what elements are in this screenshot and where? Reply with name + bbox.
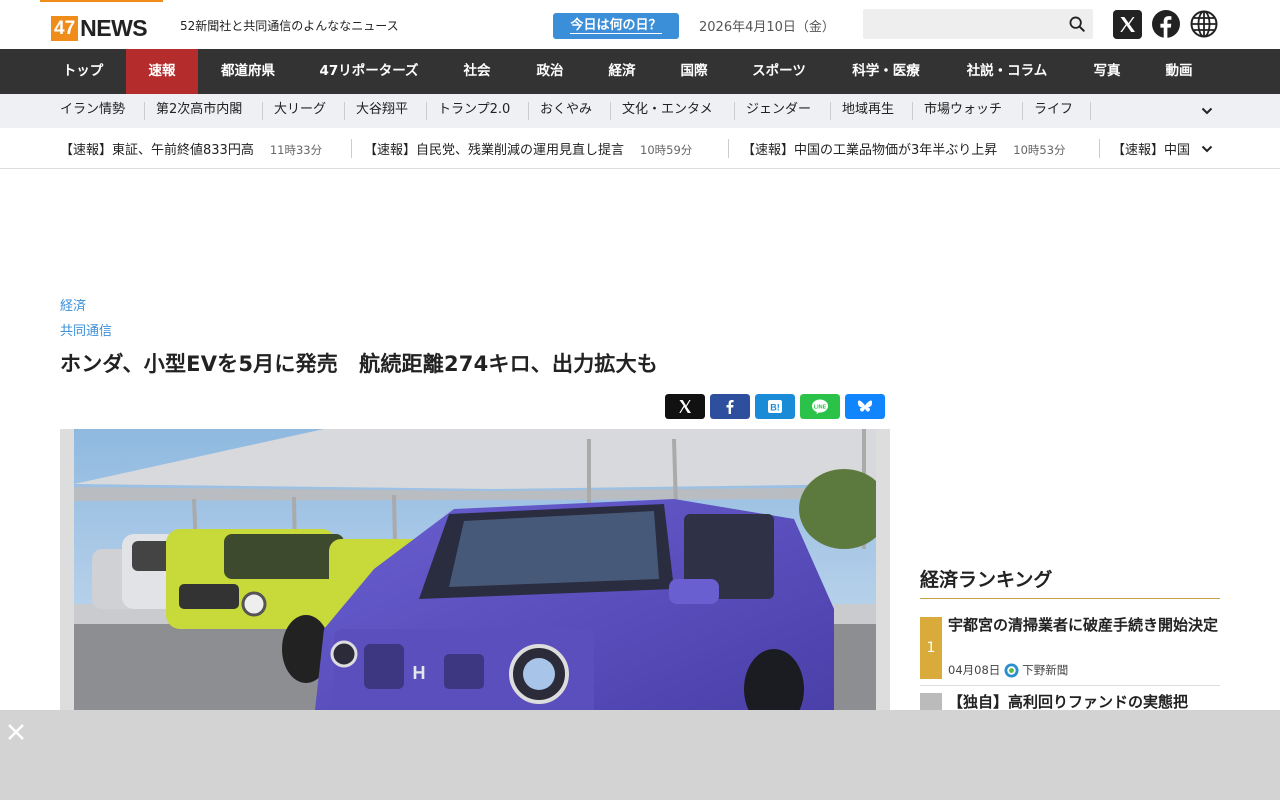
- current-date: 2026年4月10日（金）: [699, 20, 835, 35]
- share-bluesky-button[interactable]: [845, 394, 885, 419]
- nav-economy[interactable]: 経済: [586, 49, 658, 94]
- topic-divider: [262, 102, 263, 120]
- topic-iran[interactable]: イラン情勢: [60, 94, 125, 128]
- article-photo-honda-ev[interactable]: H: [74, 429, 876, 719]
- search-box: [863, 9, 1093, 39]
- ticker-divider: [351, 139, 352, 158]
- topic-divider: [1090, 102, 1091, 120]
- share-x-button[interactable]: [665, 394, 705, 419]
- ranking-item-date: 04月08日: [948, 663, 1001, 677]
- svg-text:H: H: [413, 663, 426, 683]
- ranking-item-divider: [920, 685, 1220, 686]
- ranking-item-meta: 04月08日 下野新聞: [948, 662, 1068, 678]
- chevron-down-icon[interactable]: [1200, 142, 1214, 156]
- nav-47reporters[interactable]: 47リポーターズ: [298, 49, 440, 94]
- topic-divider: [734, 102, 735, 120]
- svg-text:B!: B!: [770, 403, 780, 413]
- ticker-headline: 【速報】中国: [1112, 143, 1191, 158]
- nav-top[interactable]: トップ: [40, 49, 126, 94]
- ticker-headline: 【速報】自民党、残業削減の運用見直し提言: [364, 143, 625, 158]
- topic-divider: [1022, 102, 1023, 120]
- topic-trump[interactable]: トランプ2.0: [438, 94, 510, 128]
- topic-ohtani[interactable]: 大谷翔平: [356, 94, 408, 128]
- facebook-icon[interactable]: [1152, 10, 1180, 38]
- site-tagline: 52新聞社と共同通信のよんななニュース: [180, 19, 399, 33]
- topic-culture[interactable]: 文化・エンタメ: [622, 94, 713, 128]
- ranking-item-publisher: 下野新聞: [1022, 663, 1069, 677]
- search-input[interactable]: [863, 9, 1053, 39]
- bottom-ad-overlay: [0, 710, 1280, 800]
- article-photo-frame: H: [60, 429, 890, 719]
- ticker-divider: [728, 139, 729, 158]
- ticker-divider: [1099, 139, 1100, 158]
- logo-word: NEWS: [80, 15, 148, 41]
- topic-divider: [426, 102, 427, 120]
- today-in-history-label: 今日は何の日？: [570, 18, 662, 34]
- topic-divider: [912, 102, 913, 120]
- logo-link[interactable]: 47 NEWS: [40, 0, 163, 49]
- main-navigation: トップ 速報 都道府県 47リポーターズ 社会 政治 経済 国際 スポーツ 科学…: [0, 49, 1280, 94]
- x-twitter-icon[interactable]: [1113, 10, 1142, 39]
- nav-editorial-column[interactable]: 社説・コラム: [944, 49, 1070, 94]
- nav-society[interactable]: 社会: [440, 49, 514, 94]
- share-hatena-button[interactable]: B!: [755, 394, 795, 419]
- topic-divider: [144, 102, 145, 120]
- topic-gender[interactable]: ジェンダー: [746, 94, 811, 128]
- topic-regional[interactable]: 地域再生: [842, 94, 894, 128]
- nav-breaking[interactable]: 速報: [126, 49, 198, 94]
- nav-politics[interactable]: 政治: [514, 49, 586, 94]
- publisher-logo-icon: [1004, 663, 1019, 677]
- rank-number-badge: 1: [920, 617, 942, 679]
- nav-international[interactable]: 国際: [658, 49, 730, 94]
- topic-navigation: イラン情勢 第2次高市内閣 大リーグ 大谷翔平 トランプ2.0 おくやみ 文化・…: [0, 94, 1280, 128]
- ticker-item[interactable]: 【速報】自民党、残業削減の運用見直し提言 10時59分: [364, 128, 693, 168]
- ticker-headline: 【速報】東証、午前終値833円高: [60, 143, 254, 158]
- nav-videos[interactable]: 動画: [1144, 49, 1214, 94]
- topic-divider: [528, 102, 529, 120]
- ticker-item[interactable]: 【速報】東証、午前終値833円高 11時33分: [60, 128, 323, 168]
- topic-life[interactable]: ライフ: [1034, 94, 1073, 128]
- ticker-time: 10時59分: [640, 143, 693, 157]
- topic-mlb[interactable]: 大リーグ: [274, 94, 326, 128]
- nav-prefectures[interactable]: 都道府県: [198, 49, 298, 94]
- share-facebook-button[interactable]: [710, 394, 750, 419]
- topic-market-watch[interactable]: 市場ウォッチ: [924, 94, 1002, 128]
- site-logo[interactable]: 47 NEWS: [51, 15, 148, 42]
- share-line-button[interactable]: LINE: [800, 394, 840, 419]
- svg-text:LINE: LINE: [814, 404, 827, 410]
- logo-number: 47: [51, 16, 79, 41]
- article-headline: ホンダ、小型EVを5月に発売 航続距離274キロ、出力拡大も: [60, 352, 658, 376]
- ticker-item[interactable]: 【速報】中国: [1112, 128, 1198, 168]
- nav-sports[interactable]: スポーツ: [730, 49, 828, 94]
- topic-divider: [830, 102, 831, 120]
- ranking-title: 経済ランキング: [920, 569, 1053, 591]
- ranking-divider: [920, 598, 1220, 599]
- nav-science-medical[interactable]: 科学・医療: [828, 49, 944, 94]
- globe-language-icon[interactable]: [1190, 10, 1218, 38]
- site-header: 47 NEWS 52新聞社と共同通信のよんななニュース 今日は何の日？ 2026…: [0, 0, 1280, 49]
- article-source-link[interactable]: 共同通信: [60, 320, 112, 339]
- ticker-item[interactable]: 【速報】中国の工業品物価が3年半ぶり上昇 10時53分: [742, 128, 1066, 168]
- today-in-history-button[interactable]: 今日は何の日？: [553, 13, 679, 39]
- search-icon[interactable]: [1068, 15, 1086, 33]
- article-category-link[interactable]: 経済: [60, 295, 86, 314]
- ticker-headline: 【速報】中国の工業品物価が3年半ぶり上昇: [742, 143, 998, 158]
- ticker-time: 10時53分: [1013, 143, 1066, 157]
- topic-divider: [610, 102, 611, 120]
- close-icon[interactable]: [6, 722, 26, 742]
- topic-takaichi-cabinet[interactable]: 第2次高市内閣: [156, 94, 242, 128]
- topic-divider: [344, 102, 345, 120]
- breaking-news-ticker: 【速報】東証、午前終値833円高 11時33分 【速報】自民党、残業削減の運用見直…: [0, 128, 1280, 169]
- chevron-down-icon[interactable]: [1200, 104, 1214, 118]
- topic-obituaries[interactable]: おくやみ: [540, 94, 592, 128]
- nav-photos[interactable]: 写真: [1070, 49, 1144, 94]
- ticker-time: 11時33分: [269, 143, 323, 157]
- ranking-item-title[interactable]: 宇都宮の清掃業者に破産手続き開始決定: [948, 615, 1220, 636]
